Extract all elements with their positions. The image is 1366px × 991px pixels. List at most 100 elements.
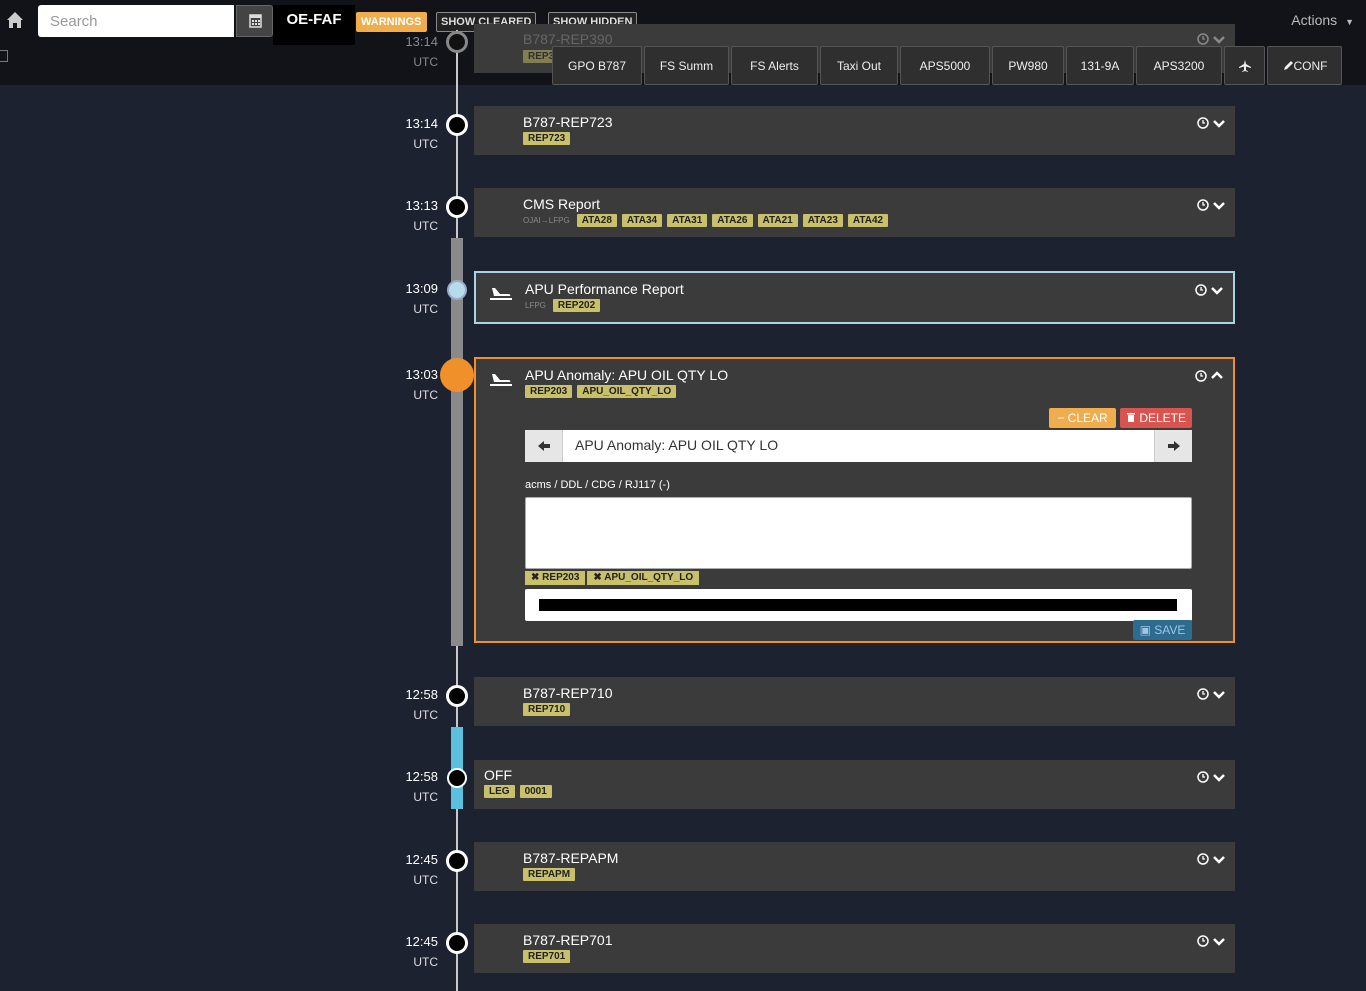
event-tag: ATA26 <box>712 214 753 227</box>
comment-textarea[interactable] <box>525 497 1192 569</box>
timeline-node[interactable] <box>446 114 468 136</box>
event-title: CMS Report <box>523 196 601 212</box>
clock-icon[interactable] <box>1195 370 1207 382</box>
calendar-button[interactable] <box>236 5 273 37</box>
removable-tag-label: REP203 <box>542 572 580 583</box>
removable-tags: ✖ REP203 ✖ APU_OIL_QTY_LO <box>525 571 700 585</box>
next-event-button[interactable] <box>1154 430 1192 462</box>
event-card[interactable]: B787-REP710 REP710 <box>474 677 1235 726</box>
event-title: B787-REP701 <box>523 932 613 948</box>
aps5000-button[interactable]: APS5000 <box>900 46 990 85</box>
conf-button[interactable]: CONF <box>1267 46 1342 85</box>
timeline-node[interactable] <box>446 850 468 872</box>
search-input[interactable] <box>38 5 234 37</box>
event-tag: REP202 <box>552 299 601 312</box>
chevron-down-icon[interactable] <box>1213 854 1225 864</box>
timeline-node[interactable] <box>446 685 468 707</box>
timeline-node-selected[interactable] <box>447 280 467 300</box>
chevron-down-icon[interactable] <box>1213 200 1225 210</box>
warnings-toggle[interactable]: WARNINGS <box>356 12 427 32</box>
timeline-node[interactable] <box>446 196 468 218</box>
clock-icon[interactable] <box>1197 199 1209 211</box>
pw980-button[interactable]: PW980 <box>992 46 1064 85</box>
clear-label: CLEAR <box>1067 411 1108 425</box>
event-card[interactable]: B787-REP723 REP723 <box>474 106 1235 155</box>
timeline-node-active[interactable] <box>440 358 474 392</box>
fs-summ-button[interactable]: FS Summ <box>644 46 729 85</box>
caret-down-icon: ▼ <box>1345 17 1354 27</box>
conf-label: CONF <box>1293 58 1328 73</box>
clock-icon[interactable] <box>1197 33 1209 45</box>
delete-button[interactable]: DELETE <box>1120 408 1192 428</box>
save-button[interactable]: ▣ SAVE <box>1133 620 1192 640</box>
event-title: B787-REP390 <box>523 31 613 47</box>
tag-input[interactable] <box>525 589 1192 621</box>
arrow-right-icon <box>1168 441 1180 451</box>
event-title: B787-REPAPM <box>523 850 619 866</box>
clock-icon[interactable] <box>1195 284 1207 296</box>
gpo-b787-button[interactable]: GPO B787 <box>552 46 642 85</box>
event-tag: ATA28 <box>576 214 617 227</box>
event-card[interactable]: CMS Report OJAI→LFPG ATA28 ATA34 ATA31 A… <box>474 188 1235 237</box>
removable-tag[interactable]: ✖ APU_OIL_QTY_LO <box>587 571 700 585</box>
clock-icon[interactable] <box>1197 935 1209 947</box>
removable-tag[interactable]: ✖ REP203 <box>525 571 586 585</box>
report-toolbar: GPO B787 FS Summ FS Alerts Taxi Out APS5… <box>552 46 1342 85</box>
chevron-down-icon[interactable] <box>1213 689 1225 699</box>
aircraft-registration[interactable]: OE-FAF <box>273 5 355 45</box>
remove-icon[interactable]: ✖ <box>593 572 601 583</box>
event-time: 13:03 UTC <box>405 367 438 402</box>
timeline-node[interactable] <box>447 768 467 788</box>
event-time: 12:45 UTC <box>405 852 438 887</box>
chevron-down-icon[interactable] <box>1213 34 1225 44</box>
event-tag: REP203 <box>525 385 573 398</box>
collapse-icon[interactable] <box>0 50 8 62</box>
chevron-down-icon[interactable] <box>1213 118 1225 128</box>
floppy-icon: ▣ <box>1139 623 1151 637</box>
131-9a-button[interactable]: 131-9A <box>1066 46 1134 85</box>
event-tag: REP723 <box>523 132 571 145</box>
event-time: 13:13 UTC <box>405 198 438 233</box>
event-card[interactable]: B787-REP701 REP701 <box>474 924 1235 973</box>
chevron-down-icon[interactable] <box>1211 285 1223 295</box>
clock-icon[interactable] <box>1197 688 1209 700</box>
event-time: 13:14 UTC <box>405 116 438 151</box>
home-icon[interactable] <box>6 11 24 29</box>
clock-icon[interactable] <box>1197 853 1209 865</box>
clear-button[interactable]: − CLEAR <box>1049 408 1116 428</box>
clock-icon[interactable] <box>1197 117 1209 129</box>
event-tag: 0001 <box>519 785 552 798</box>
previous-event-button[interactable] <box>525 430 563 462</box>
pencil-icon <box>1283 60 1293 70</box>
event-tag: ATA42 <box>847 214 889 227</box>
event-tag: LEG <box>484 785 515 798</box>
event-tag: REP701 <box>523 950 571 963</box>
redacted-bar <box>539 599 1177 611</box>
timeline-node[interactable] <box>446 932 468 954</box>
event-tag: ATA21 <box>757 214 798 227</box>
chevron-down-icon[interactable] <box>1213 772 1225 782</box>
actions-label: Actions <box>1291 12 1338 28</box>
chevron-up-icon[interactable] <box>1211 371 1223 381</box>
actions-menu[interactable]: Actions ▼ <box>1291 12 1354 28</box>
fs-alerts-button[interactable]: FS Alerts <box>731 46 818 85</box>
remove-icon[interactable]: ✖ <box>531 572 539 583</box>
chevron-down-icon[interactable] <box>1213 936 1225 946</box>
calendar-icon <box>249 14 262 28</box>
event-card-selected[interactable]: APU Performance Report LFPG REP202 <box>474 271 1235 324</box>
aircraft-button[interactable] <box>1224 46 1265 85</box>
source-path: acms / DDL / CDG / RJ117 (-) <box>525 479 670 491</box>
event-time: 13:14 UTC <box>405 34 438 69</box>
clock-icon[interactable] <box>1197 771 1209 783</box>
event-card[interactable]: OFF LEG 0001 <box>474 760 1235 809</box>
airplane-icon <box>1238 59 1251 72</box>
aps3200-button[interactable]: APS3200 <box>1136 46 1222 85</box>
taxi-out-button[interactable]: Taxi Out <box>820 46 898 85</box>
event-card[interactable]: B787-REPAPM REPAPM <box>474 842 1235 891</box>
event-time: 12:58 UTC <box>405 769 438 804</box>
delete-label: DELETE <box>1139 411 1187 425</box>
event-time: 13:09 UTC <box>405 281 438 316</box>
event-tag: APU_OIL_QTY_LO <box>577 385 677 398</box>
timeline-node[interactable] <box>446 31 468 53</box>
airplane-landing-icon <box>490 288 512 300</box>
